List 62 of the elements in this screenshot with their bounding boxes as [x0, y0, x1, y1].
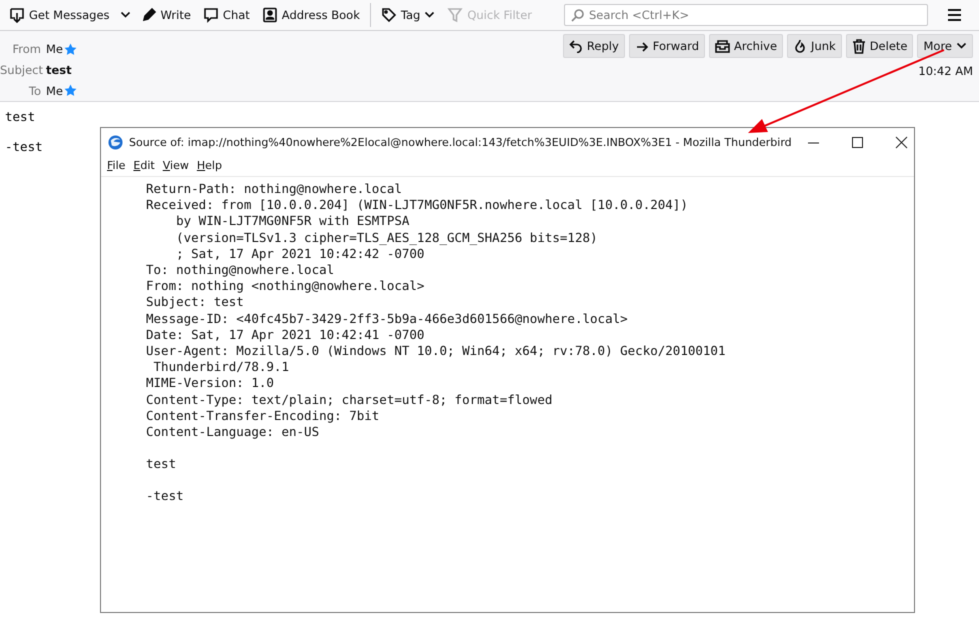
chevron-down-icon [120, 11, 131, 19]
action-button[interactable]: Forward [628, 34, 706, 58]
field-label: From [12, 42, 41, 56]
flame-icon [793, 38, 808, 54]
source-line: Thunderbird/78.9.1 [152, 359, 290, 376]
source-line: Return-Path: nothing@nowhere.local [146, 181, 403, 198]
window-title: Source of: imap://nothing%40nowhere%2Elocal@nowhere.local:143/fetch%3EUID%3E.INBOX%3E1 - Mozilla Thunderbird [129, 136, 792, 149]
menu-item[interactable]: View [162, 159, 189, 172]
tag-icon [380, 7, 397, 23]
source-line: Date: Sat, 17 Apr 2021 10:42:41 -0700 [146, 326, 426, 344]
source-line: ; Sat, 17 Apr 2021 10:42:42 -0700 [175, 246, 426, 262]
toolbar-button[interactable]: Address Book [256, 3, 365, 27]
source-line: Content-Type: text/plain; charset=utf-8; format=flowed [146, 392, 554, 408]
trash-icon [852, 38, 866, 54]
action-button[interactable]: More [917, 34, 973, 58]
source-line: Content-Language: en-US [146, 424, 320, 440]
source-line: Received: from [10.0.0.204] (WIN-LJT7MG0NF5R.nowhere.local [10.0.0.204]) [146, 197, 689, 214]
download-icon [9, 7, 25, 23]
menu-icon[interactable] [946, 7, 963, 23]
toolbar-button[interactable]: Get Messages [4, 3, 115, 27]
menu-item[interactable]: Edit [133, 159, 155, 172]
source-line: -test [146, 488, 185, 505]
star-icon[interactable] [64, 42, 77, 56]
source-line: (version=TLSv1.3 cipher=TLS_AES_128_GCM_SHA256 bits=128) [175, 230, 599, 246]
source-line: MIME-Version: 1.0 [146, 375, 275, 392]
action-button[interactable]: Delete [846, 34, 914, 58]
toolbar-button[interactable]: Tag [376, 3, 440, 27]
body-text: test [5, 109, 36, 124]
field-label: To [28, 84, 41, 98]
reply-arrow-icon [568, 39, 583, 53]
source-line: by WIN-LJT7MG0NF5R with ESMTPSA [175, 213, 410, 230]
field-label: Subject [0, 63, 41, 77]
source-line: From: nothing <nothing@nowhere.local> [146, 278, 426, 294]
archive-box-icon [715, 39, 730, 53]
body-text: -test [5, 139, 43, 154]
search-field[interactable]: Search <Ctrl+K> [564, 4, 928, 26]
field-value: test [46, 63, 72, 77]
address-book-icon [262, 7, 278, 23]
field-value: Me [46, 42, 63, 56]
source-line: Subject: test [146, 294, 245, 311]
source-line: test [146, 456, 178, 472]
source-line: Content-Transfer-Encoding: 7bit [146, 408, 380, 424]
star-icon[interactable] [64, 84, 77, 98]
action-button[interactable]: Reply [562, 34, 625, 58]
speech-bubble-icon [202, 7, 219, 23]
toolbar-button[interactable]: Chat [198, 3, 255, 27]
menu-item[interactable]: File [107, 159, 126, 172]
action-button[interactable]: Junk [787, 34, 842, 58]
chevron-down-icon [424, 11, 436, 19]
toolbar-button[interactable]: Write [136, 3, 196, 27]
toolbar-button: Quick Filter [442, 3, 537, 27]
source-line: Message-ID: <40fc45b7-3429-2ff3-5b9a-466e3d601566@nowhere.local> [146, 310, 629, 327]
pencil-icon [140, 7, 157, 23]
funnel-icon [447, 7, 464, 23]
message-time: 10:42 AM [918, 64, 973, 78]
app-logo-icon [108, 135, 123, 150]
source-line: User-Agent: Mozilla/5.0 (Windows NT 10.0; Win64; x64; rv:78.0) Gecko/20100101 [146, 343, 726, 360]
source-line: To: nothing@nowhere.local [146, 262, 336, 278]
menu-item[interactable]: Help [196, 159, 222, 172]
action-button[interactable]: Archive [709, 34, 784, 58]
field-value: Me [46, 84, 63, 98]
chevron-down-icon [956, 42, 967, 50]
